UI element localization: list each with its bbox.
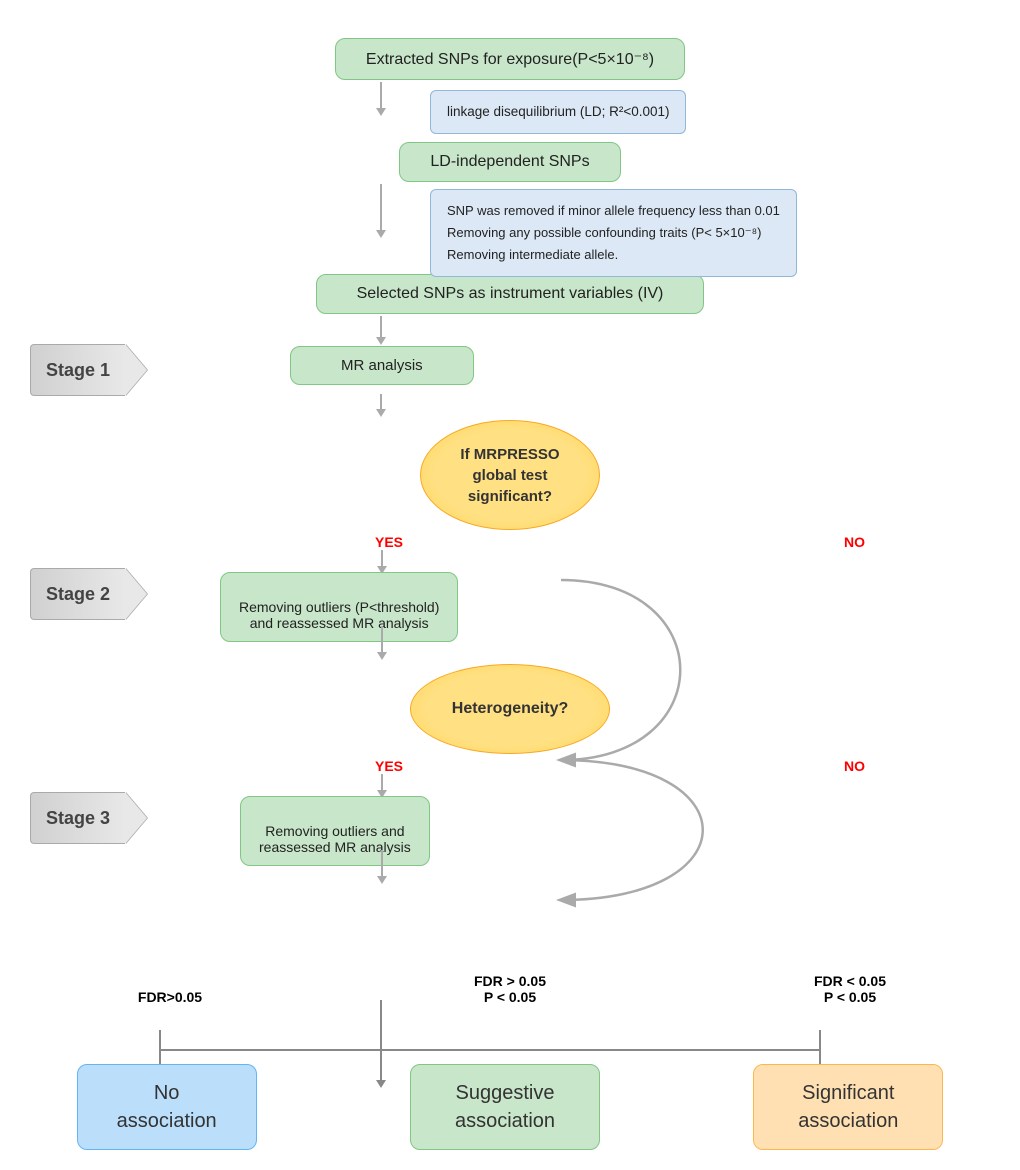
no-association-box: No association bbox=[77, 1064, 257, 1150]
mrpresso-ellipse-container: If MRPRESSO global test significant? bbox=[0, 420, 1020, 530]
fdr2-label: FDR > 0.05 P < 0.05 bbox=[410, 957, 610, 1005]
heterogeneity-ellipse: Heterogeneity? bbox=[410, 664, 610, 754]
remove-outliers2-wrap: Removing outliers and reassessed MR anal… bbox=[240, 796, 430, 866]
arrow4 bbox=[376, 409, 386, 417]
step2-to-step3: SNP was removed if minor allele frequenc… bbox=[0, 184, 1020, 274]
step3-container: Selected SNPs as instrument variables (I… bbox=[0, 274, 1020, 314]
yes1-label: YES bbox=[375, 534, 403, 550]
stage1-section: Stage 1 MR analysis bbox=[0, 316, 1020, 416]
fdr1-label: FDR>0.05 bbox=[70, 989, 270, 1005]
step2-container: LD-independent SNPs bbox=[0, 142, 1020, 182]
outcome-row: No association Suggestive association Si… bbox=[0, 1064, 1020, 1150]
flowchart: Extracted SNPs for exposure(P<5×10⁻⁸) li… bbox=[0, 0, 1020, 1170]
stage1-arrowhead bbox=[125, 344, 147, 396]
significant-association-box: Significant association bbox=[753, 1064, 943, 1150]
stage2-section: YES Stage 2 Removing outliers (P<thresho… bbox=[0, 530, 1020, 660]
no2-label: NO bbox=[844, 758, 865, 774]
stage3-arrowhead bbox=[125, 792, 147, 844]
stage2-body: Stage 2 bbox=[30, 568, 125, 620]
remove-outliers1-box: Removing outliers (P<threshold) and reas… bbox=[220, 572, 458, 642]
mr-analysis-box: MR analysis bbox=[290, 346, 474, 385]
step1-to-step2: linkage disequilibrium (LD; R²<0.001) bbox=[0, 82, 1020, 142]
snp-removal-note: SNP was removed if minor allele frequenc… bbox=[430, 189, 797, 277]
mrpresso-ellipse: If MRPRESSO global test significant? bbox=[420, 420, 600, 530]
suggestive-association-box: Suggestive association bbox=[410, 1064, 600, 1150]
stage1-body: Stage 1 bbox=[30, 344, 125, 396]
stage3-section: YES Stage 3 Removing outliers and reasse… bbox=[0, 754, 1020, 884]
linkage-note: linkage disequilibrium (LD; R²<0.001) bbox=[430, 90, 686, 134]
arrow1 bbox=[376, 108, 386, 116]
remove-outliers1-wrap: Removing outliers (P<threshold) and reas… bbox=[220, 572, 458, 642]
fdr3-label: FDR < 0.05 P < 0.05 bbox=[750, 957, 950, 1005]
no1-label: NO bbox=[844, 534, 865, 550]
remove-outliers2-box: Removing outliers and reassessed MR anal… bbox=[240, 796, 430, 866]
heterogeneity-ellipse-container: Heterogeneity? bbox=[0, 664, 1020, 754]
step1-text: Extracted SNPs for exposure(P<5×10⁻⁸) bbox=[366, 51, 654, 68]
step1-container: Extracted SNPs for exposure(P<5×10⁻⁸) bbox=[0, 38, 1020, 80]
stage2-arrowhead bbox=[125, 568, 147, 620]
stage3-arrow: Stage 3 bbox=[30, 792, 147, 844]
stage3-body: Stage 3 bbox=[30, 792, 125, 844]
arrow2 bbox=[376, 230, 386, 238]
step1-box: Extracted SNPs for exposure(P<5×10⁻⁸) bbox=[335, 38, 685, 80]
arrow6 bbox=[377, 652, 387, 660]
step2-text: LD-independent SNPs bbox=[430, 153, 589, 170]
vline2 bbox=[380, 184, 382, 234]
stage1-arrow: Stage 1 bbox=[30, 344, 147, 396]
fdr-row: FDR>0.05 FDR > 0.05 P < 0.05 FDR < 0.05 … bbox=[0, 957, 1020, 1005]
yes2-label: YES bbox=[375, 758, 403, 774]
mr-analysis-box-wrap: MR analysis bbox=[290, 346, 474, 385]
stage2-arrow: Stage 2 bbox=[30, 568, 147, 620]
step3-text: Selected SNPs as instrument variables (I… bbox=[357, 285, 664, 302]
arrow3 bbox=[376, 337, 386, 345]
arrow8 bbox=[377, 876, 387, 884]
step2-box: LD-independent SNPs bbox=[399, 142, 620, 182]
step3-box: Selected SNPs as instrument variables (I… bbox=[316, 274, 705, 314]
